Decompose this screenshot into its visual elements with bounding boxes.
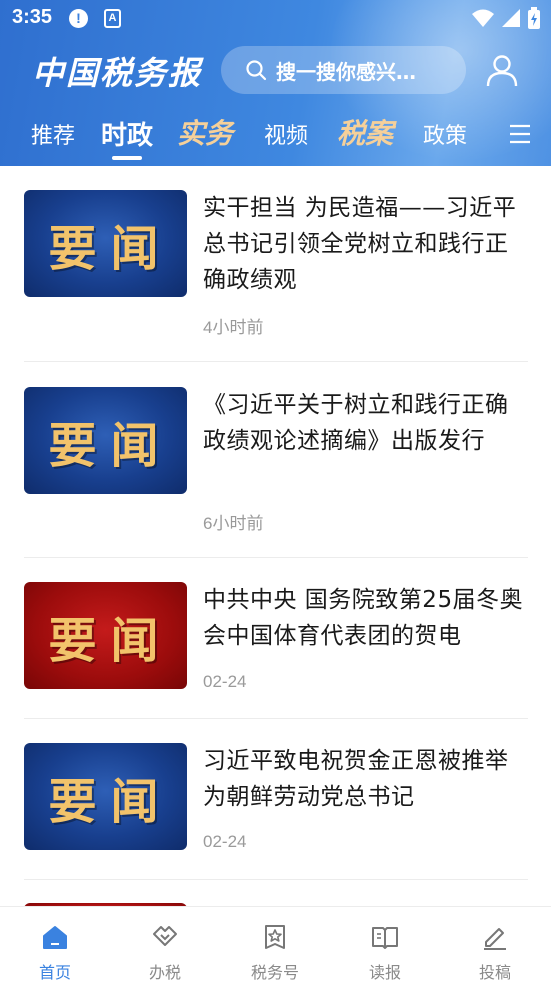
active-tab-indicator: [112, 156, 142, 160]
nav-tax-service[interactable]: 办税: [110, 907, 220, 981]
tab-practice[interactable]: 实务: [177, 112, 233, 152]
news-title: 实干担当 为民造福——习近平总书记引领全党树立和践行正确政绩观: [203, 195, 517, 293]
alert-icon: !: [69, 9, 88, 28]
nav-submit[interactable]: 投稿: [440, 907, 550, 981]
search-placeholder: 搜一搜你感兴…: [276, 59, 416, 84]
nav-home[interactable]: 首页: [0, 907, 110, 981]
tab-video[interactable]: 视频: [264, 118, 308, 150]
news-title: 中共中央 国务院致第25届冬奥会中国体育代表团的贺电: [203, 587, 524, 649]
tab-politics[interactable]: 时政: [101, 115, 153, 152]
news-title: 习近平致电祝贺金正恩被推举为朝鲜劳动党总书记: [203, 748, 509, 810]
nav-label: 办税: [148, 963, 181, 981]
book-icon: [372, 927, 398, 949]
tab-policy[interactable]: 政策: [423, 118, 467, 150]
news-thumbnail: 要闻: [24, 582, 187, 689]
home-icon: [43, 926, 67, 949]
divider: [24, 361, 528, 362]
pen-icon: [484, 928, 506, 950]
status-icons: [471, 7, 541, 29]
nav-tax-account[interactable]: 税务号: [220, 907, 330, 981]
news-thumbnail: 要闻: [24, 743, 187, 850]
font-a-icon: A: [104, 9, 121, 28]
status-time: 3:35: [12, 6, 53, 28]
tab-recommend[interactable]: 推荐: [31, 118, 75, 150]
news-time: 02-24: [203, 672, 247, 691]
nav-label: 读报: [368, 963, 401, 981]
nav-read-paper[interactable]: 读报: [330, 907, 440, 981]
search-bar[interactable]: 搜一搜你感兴…: [221, 46, 466, 94]
category-tabs: 推荐 时政 实务 视频 税案 政策: [0, 112, 551, 162]
news-time: 4小时前: [203, 318, 264, 337]
signal-icon: [502, 9, 520, 27]
news-title: 《习近平关于树立和践行正确政绩观论述摘编》出版发行: [203, 392, 509, 454]
thumbnail-text: 要闻: [48, 417, 173, 474]
tab-tax-case[interactable]: 税案: [337, 112, 393, 152]
star-badge-icon: [265, 925, 285, 949]
nav-label: 首页: [38, 963, 71, 981]
search-icon: [246, 60, 267, 81]
divider: [24, 718, 528, 719]
tax-service-icon: [153, 926, 177, 946]
nav-label: 税务号: [250, 963, 299, 981]
thumbnail-text: 要闻: [48, 612, 173, 669]
news-time: 6小时前: [203, 514, 264, 533]
news-thumbnail: 要闻: [24, 387, 187, 494]
wifi-icon: [472, 9, 494, 27]
app-header: 3:35 ! A 中国税务报 搜一搜你感兴… 推荐 时政 实务 视频 税案 政策: [0, 0, 551, 166]
nav-label: 投稿: [478, 963, 511, 981]
thumbnail-text: 要闻: [48, 220, 173, 277]
divider: [24, 557, 528, 558]
divider: [24, 879, 528, 880]
thumbnail-text: 要闻: [48, 773, 173, 830]
bottom-navigation: 首页 办税 税务号 读报 投稿: [0, 906, 551, 981]
news-thumbnail: 要闻: [24, 190, 187, 297]
news-time: 02-24: [203, 832, 247, 851]
battery-icon: [528, 7, 540, 29]
user-icon[interactable]: [485, 53, 519, 87]
status-bar: 3:35 ! A: [0, 0, 551, 38]
app-logo: 中国税务报: [32, 54, 203, 92]
menu-icon[interactable]: [509, 124, 531, 144]
